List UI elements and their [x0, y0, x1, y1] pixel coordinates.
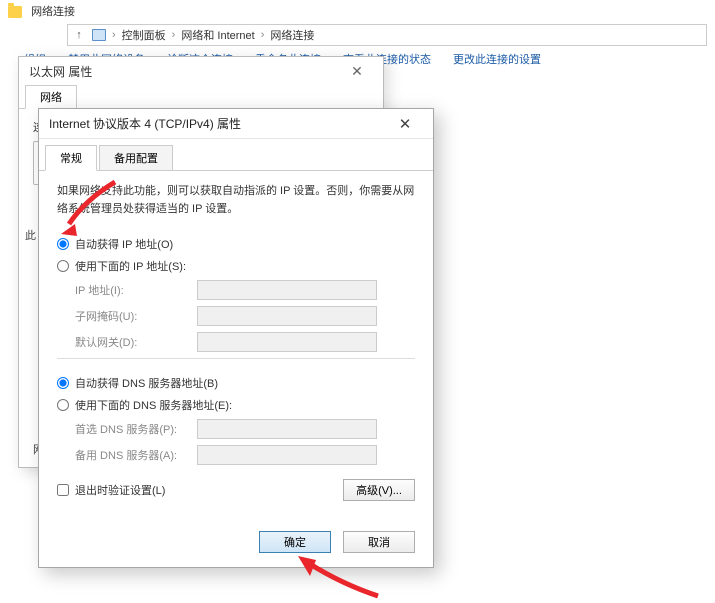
label-default-gateway: 默认网关(D):: [57, 334, 197, 350]
dns-group: 自动获得 DNS 服务器地址(B) 使用下面的 DNS 服务器地址(E): 首选…: [57, 358, 415, 465]
input-ip-address: [197, 280, 377, 300]
up-arrow-icon[interactable]: ↑: [72, 28, 86, 42]
input-subnet-mask: [197, 306, 377, 326]
description-text: 如果网络支持此功能，则可以获取自动指派的 IP 设置。否则，你需要从网络系统管理…: [57, 183, 415, 218]
chevron-right-icon: ›: [112, 29, 116, 41]
label-ip-address: IP 地址(I):: [57, 282, 197, 298]
label-dns-alternate: 备用 DNS 服务器(A):: [57, 447, 197, 463]
ipv4-properties-dialog: Internet 协议版本 4 (TCP/IPv4) 属性 ✕ 常规 备用配置 …: [38, 108, 434, 568]
radio-ip-auto[interactable]: [57, 238, 69, 250]
close-icon[interactable]: ✕: [341, 60, 373, 82]
label-dns-preferred: 首选 DNS 服务器(P):: [57, 421, 197, 437]
label-ip-manual: 使用下面的 IP 地址(S):: [75, 258, 186, 274]
tab-network[interactable]: 网络: [25, 85, 77, 109]
checkbox-validate-on-exit[interactable]: [57, 484, 69, 496]
breadcrumb[interactable]: ↑ › 控制面板 › 网络和 Internet › 网络连接: [67, 24, 707, 46]
cancel-button[interactable]: 取消: [343, 531, 415, 553]
advanced-button[interactable]: 高级(V)...: [343, 479, 415, 501]
breadcrumb-control-panel[interactable]: 控制面板: [122, 27, 166, 43]
radio-dns-manual[interactable]: [57, 399, 69, 411]
toolbar-change-settings[interactable]: 更改此连接的设置: [453, 51, 541, 67]
ethernet-dialog-title: 以太网 属性: [29, 63, 92, 80]
label-ip-auto: 自动获得 IP 地址(O): [75, 236, 173, 252]
monitor-icon: [92, 29, 106, 41]
input-default-gateway: [197, 332, 377, 352]
chevron-right-icon: ›: [261, 29, 265, 41]
label-dns-manual: 使用下面的 DNS 服务器地址(E):: [75, 397, 232, 413]
breadcrumb-net-internet[interactable]: 网络和 Internet: [181, 27, 254, 43]
tab-general[interactable]: 常规: [45, 145, 97, 171]
ipv4-tabs: 常规 备用配置: [39, 145, 433, 171]
breadcrumb-net-conn[interactable]: 网络连接: [270, 27, 314, 43]
close-icon[interactable]: ✕: [387, 112, 423, 136]
radio-dns-auto[interactable]: [57, 377, 69, 389]
ipv4-title-text: Internet 协议版本 4 (TCP/IPv4) 属性: [49, 115, 241, 132]
label-subnet-mask: 子网掩码(U):: [57, 308, 197, 324]
ipv4-titlebar[interactable]: Internet 协议版本 4 (TCP/IPv4) 属性 ✕: [39, 109, 433, 139]
label-validate-on-exit: 退出时验证设置(L): [75, 482, 165, 498]
window-title: 网络连接: [31, 6, 75, 18]
ethernet-dialog-tabs: 网络: [19, 85, 383, 109]
explorer-titlebar: 网络连接: [0, 0, 715, 22]
radio-ip-manual[interactable]: [57, 260, 69, 272]
input-dns-alternate: [197, 445, 377, 465]
label-dns-auto: 自动获得 DNS 服务器地址(B): [75, 375, 218, 391]
chevron-right-icon: ›: [172, 29, 176, 41]
partial-text: 此: [25, 227, 36, 243]
tab-alternate[interactable]: 备用配置: [99, 145, 173, 171]
ok-button[interactable]: 确定: [259, 531, 331, 553]
ethernet-dialog-titlebar[interactable]: 以太网 属性 ✕: [19, 57, 383, 85]
input-dns-preferred: [197, 419, 377, 439]
ip-group: 自动获得 IP 地址(O) 使用下面的 IP 地址(S): IP 地址(I): …: [57, 236, 415, 352]
folder-icon: [8, 6, 22, 18]
